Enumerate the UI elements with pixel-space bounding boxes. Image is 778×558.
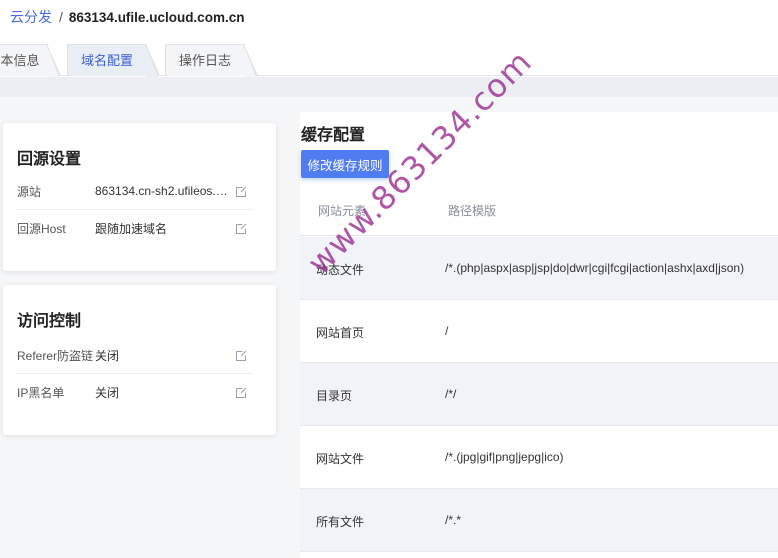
breadcrumb: 云分发 / 863134.ufile.ucloud.com.cn [10,7,244,27]
column-header-path-template: 路径模版 [448,204,497,218]
breadcrumb-current-domain: 863134.ufile.ucloud.com.cn [68,9,245,25]
access-control-title: 访问控制 [17,313,82,330]
edit-icon[interactable] [235,185,248,198]
table-cell-pattern: / [445,324,449,338]
edit-icon[interactable] [235,222,248,235]
origin-row-host-label: 回源Host [17,222,66,236]
table-cell-pattern: /*.* [445,513,462,527]
column-header-element: 网站元素 [318,204,367,218]
access-row-ip-blacklist: IP黑名单 关闭 [17,374,254,411]
access-row-ip-blacklist-value: 关闭 [95,386,120,400]
table-cell-element: 动态文件 [316,263,365,277]
table-row: 网站首页 / [300,300,778,363]
table-cell-element: 所有文件 [316,515,365,529]
cache-config-title: 缓存配置 [301,127,366,144]
tab-basic-info-label: 本信息 [0,53,40,68]
tab-basic-info[interactable]: 本信息 [0,44,61,77]
cache-config-panel: 缓存配置 修改缓存规则 网站元素 路径模版 动态文件 /*.(php|aspx|… [300,112,778,558]
access-row-referer-label: Referer防盗链 [17,348,94,363]
tab-bar: 本信息 域名配置 操作日志 [0,44,778,77]
origin-row-source: 源站 863134.cn-sh2.ufileos.com [17,173,254,210]
origin-row-source-label: 源站 [17,184,42,199]
tab-operation-log[interactable]: 操作日志 [165,44,258,77]
tab-domain-config[interactable]: 域名配置 [67,44,160,77]
header-gray-band [0,77,778,97]
edit-cache-rules-button[interactable]: 修改缓存规则 [301,150,389,178]
table-cell-element: 网站首页 [316,326,365,340]
tab-domain-config-label: 域名配置 [80,53,133,68]
tab-operation-log-label: 操作日志 [178,53,231,68]
table-cell-pattern: /*/ [445,387,457,401]
edit-icon[interactable] [235,349,248,362]
breadcrumb-parent-link[interactable]: 云分发 [10,7,52,27]
table-row: 动态文件 /*.(php|aspx|asp|jsp|do|dwr|cgi|fcg… [300,237,778,300]
breadcrumb-separator: / [59,9,63,25]
cache-table-header: 网站元素 路径模版 [300,188,778,236]
origin-settings-title: 回源设置 [17,151,82,168]
table-cell-element: 目录页 [316,389,353,403]
access-control-card: 访问控制 Referer防盗链 关闭 IP黑名单 关闭 [3,285,276,435]
origin-row-host-value: 跟随加速域名 [95,222,168,236]
access-row-referer-value: 关闭 [95,348,120,363]
origin-settings-card: 回源设置 源站 863134.cn-sh2.ufileos.com 回源Host… [3,123,276,271]
access-row-ip-blacklist-label: IP黑名单 [17,386,65,400]
table-row: 目录页 /*/ [300,363,778,426]
table-cell-pattern: /*.(php|aspx|asp|jsp|do|dwr|cgi|fcgi|act… [445,261,745,275]
origin-row-host: 回源Host 跟随加速域名 [17,210,254,247]
table-cell-element: 网站文件 [316,452,365,466]
table-cell-pattern: /*.(jpg|gif|png|jepg|ico) [445,450,564,464]
origin-row-source-value: 863134.cn-sh2.ufileos.com [95,184,233,198]
access-row-referer: Referer防盗链 关闭 [17,337,254,374]
edit-icon[interactable] [235,386,248,399]
table-row: 网站文件 /*.(jpg|gif|png|jepg|ico) [300,426,778,489]
table-row: 所有文件 /*.* [300,489,778,552]
